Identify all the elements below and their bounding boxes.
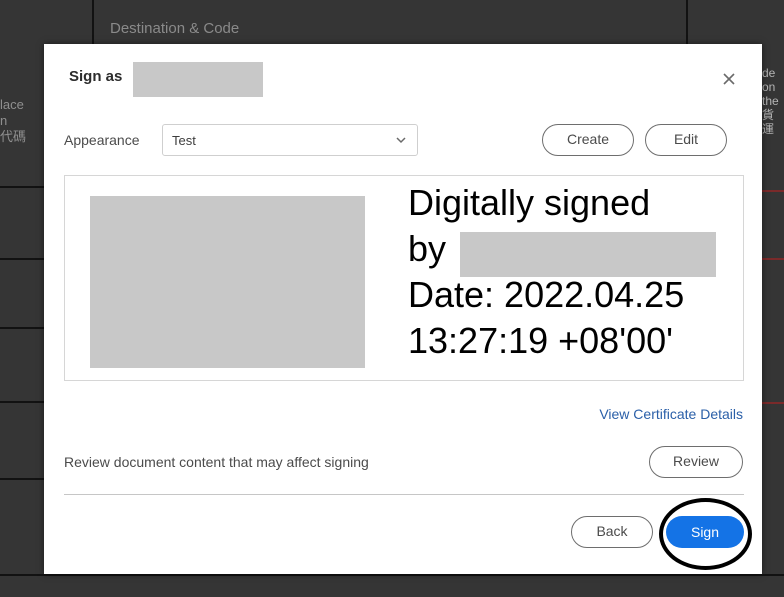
close-button[interactable]: [720, 70, 738, 88]
background-fragment: n: [0, 113, 8, 128]
back-button[interactable]: Back: [571, 516, 653, 548]
redacted-signer-name: [133, 62, 263, 97]
dialog-title: Sign as: [69, 68, 123, 85]
background-fragment: the: [762, 94, 779, 108]
background-grid-line: [0, 401, 44, 403]
background-grid-line: [0, 258, 44, 260]
divider: [64, 494, 744, 495]
background-grid-line: [0, 186, 44, 188]
background-red-line: [760, 402, 784, 404]
review-button[interactable]: Review: [649, 446, 743, 478]
background-red-line: [760, 190, 784, 192]
sign-button[interactable]: Sign: [666, 516, 744, 548]
signature-line: 13:27:19 +08'00': [408, 320, 673, 361]
signature-line: Digitally signed: [408, 182, 651, 223]
background-fragment: on: [762, 80, 776, 94]
background-header: Destination & Code: [110, 20, 240, 37]
background-fragment: de: [762, 66, 776, 80]
redacted-signature-image: [90, 196, 365, 368]
background-left-text: lace n 代碼: [0, 97, 36, 145]
background-right-text: de on the 貨 運: [762, 66, 784, 136]
background-fragment: 貨: [762, 108, 775, 122]
background-fragment: lace: [0, 97, 24, 112]
signature-preview: Digitally signed by Date: 2022.04.25 13:…: [64, 175, 744, 381]
close-icon: [723, 73, 735, 85]
appearance-dropdown[interactable]: Test: [162, 124, 418, 156]
redacted-signer: [460, 232, 716, 277]
signature-line: Date: 2022.04.25: [408, 274, 685, 315]
background-grid-line: [686, 0, 688, 44]
edit-button[interactable]: Edit: [645, 124, 727, 156]
background-grid-line: [92, 0, 94, 44]
appearance-selected-value: Test: [172, 133, 196, 148]
background-grid-line: [0, 478, 44, 480]
appearance-label: Appearance: [64, 132, 140, 148]
background-fragment: 運: [762, 122, 775, 136]
chevron-down-icon: [396, 137, 406, 144]
background-grid-line: [0, 327, 44, 329]
background-fragment: 代碼: [0, 129, 27, 144]
create-button[interactable]: Create: [542, 124, 634, 156]
background-red-line: [760, 258, 784, 260]
sign-dialog: Sign as Appearance Test Create Edit Digi…: [44, 44, 762, 574]
view-certificate-link[interactable]: View Certificate Details: [599, 406, 743, 422]
background-grid-line: [0, 574, 784, 576]
review-message: Review document content that may affect …: [64, 454, 369, 470]
